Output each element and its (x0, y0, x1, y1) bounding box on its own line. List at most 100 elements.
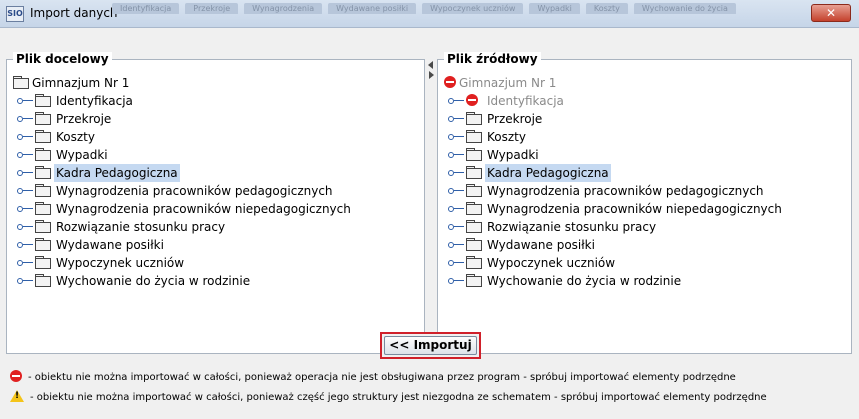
tree-node[interactable]: Wydawane posiłki (444, 236, 847, 254)
folder-icon (466, 112, 482, 125)
tree-node-label: Wynagrodzenia pracowników niepedagogiczn… (487, 202, 782, 216)
background-tab: Wypadki (529, 3, 580, 14)
tree-node-label: Koszty (56, 130, 95, 144)
tree-node-label: Wychowanie do życia w rodzinie (487, 274, 682, 288)
expand-toggle-icon[interactable] (17, 92, 33, 110)
background-tab: Wynagrodzenia (244, 3, 323, 14)
tree-node-label: Wypoczynek uczniów (487, 256, 616, 270)
tree-node-label: Wychowanie do życia w rodzinie (56, 274, 251, 288)
background-tab: Wychowanie do życia (633, 3, 736, 14)
tree-node-label: Wydawane posiłki (56, 238, 164, 252)
folder-icon (466, 220, 482, 233)
folder-icon (35, 202, 51, 215)
tree-node[interactable]: Identyfikacja (444, 92, 847, 110)
expand-toggle-icon[interactable] (17, 164, 33, 182)
expand-toggle-icon[interactable] (17, 254, 33, 272)
target-panel-legend: Plik docelowy (13, 52, 112, 66)
tree-root-label: Gimnazjum Nr 1 (32, 76, 130, 90)
tree-node[interactable]: Wychowanie do życia w rodzinie (444, 272, 847, 290)
stop-icon (466, 94, 478, 106)
folder-icon (466, 166, 482, 179)
expand-toggle-icon[interactable] (448, 164, 464, 182)
expand-toggle-icon[interactable] (17, 110, 33, 128)
folder-icon (35, 166, 51, 179)
tree-node-label: Wypoczynek uczniów (56, 256, 185, 270)
tree-node[interactable]: Wypoczynek uczniów (444, 254, 847, 272)
expand-toggle-icon[interactable] (448, 182, 464, 200)
import-button-highlight: << Importuj (380, 332, 481, 359)
dialog-body: Plik docelowy Gimnazjum Nr 1 Identyfikacj… (0, 28, 859, 419)
collapse-left-arrow-icon[interactable] (428, 61, 433, 69)
error-legend-text: - obiektu nie można importować w całości… (28, 372, 736, 383)
tree-root-node[interactable]: Gimnazjum Nr 1 (13, 74, 420, 92)
background-tab: Wypoczynek uczniów (422, 3, 524, 14)
tree-node[interactable]: Wynagrodzenia pracowników niepedagogiczn… (444, 200, 847, 218)
expand-toggle-icon[interactable] (448, 128, 464, 146)
expand-toggle-icon[interactable] (448, 236, 464, 254)
background-tab: Identyfikacja (112, 3, 180, 14)
tree-node-label: Wypadki (487, 148, 539, 162)
expand-toggle-icon[interactable] (17, 128, 33, 146)
expand-toggle-icon[interactable] (448, 272, 464, 290)
background-tab: Wydawane posiłki (328, 3, 417, 14)
warning-icon (10, 389, 24, 402)
tree-node[interactable]: Identyfikacja (13, 92, 420, 110)
tree-node[interactable]: Rozwiązanie stosunku pracy (13, 218, 420, 236)
tree-node[interactable]: Wydawane posiłki (13, 236, 420, 254)
close-button[interactable]: ✕ (811, 4, 851, 22)
folder-icon (35, 112, 51, 125)
tree-node[interactable]: Koszty (444, 128, 847, 146)
warning-legend-row: - obiektu nie można importować w całości… (10, 389, 767, 406)
tree-node-label: Przekroje (56, 112, 112, 126)
warning-legend-text: - obiektu nie można importować w całości… (30, 392, 767, 403)
tree-node-label: Identyfikacja (56, 94, 133, 108)
tree-node-label: Przekroje (487, 112, 543, 126)
expand-toggle-icon[interactable] (448, 200, 464, 218)
expand-toggle-icon[interactable] (17, 218, 33, 236)
expand-toggle-icon[interactable] (17, 182, 33, 200)
tree-node-label: Rozwiązanie stosunku pracy (56, 220, 226, 234)
expand-toggle-icon[interactable] (448, 254, 464, 272)
expand-toggle-icon[interactable] (17, 236, 33, 254)
expand-toggle-icon[interactable] (17, 200, 33, 218)
tree-node[interactable]: Koszty (13, 128, 420, 146)
stop-icon (444, 76, 456, 88)
folder-icon (466, 256, 482, 269)
folder-icon (13, 76, 29, 89)
folder-icon (466, 202, 482, 215)
folder-icon (35, 274, 51, 287)
expand-toggle-icon[interactable] (17, 272, 33, 290)
tree-node[interactable]: Wynagrodzenia pracowników pedagogicznych (444, 182, 847, 200)
app-icon: SIO (6, 6, 24, 22)
tree-node[interactable]: Wychowanie do życia w rodzinie (13, 272, 420, 290)
tree-node[interactable]: Wynagrodzenia pracowników pedagogicznych (13, 182, 420, 200)
tree-node-label: Wynagrodzenia pracowników pedagogicznych (487, 184, 764, 198)
target-tree: Gimnazjum Nr 1 Identyfikacja Przekroje Kosz… (13, 74, 420, 290)
panel-splitter[interactable] (426, 59, 436, 354)
tree-node-label: Wynagrodzenia pracowników niepedagogiczn… (56, 202, 351, 216)
tree-root-node[interactable]: Gimnazjum Nr 1 (444, 74, 847, 92)
collapse-right-arrow-icon[interactable] (429, 71, 434, 79)
error-legend-row: - obiektu nie można importować w całości… (10, 369, 736, 386)
tree-node[interactable]: Rozwiązanie stosunku pracy (444, 218, 847, 236)
tree-node[interactable]: Wypadki (444, 146, 847, 164)
tree-node-label: Kadra Pedagogiczna (54, 164, 180, 182)
tree-node[interactable]: Przekroje (13, 110, 420, 128)
tree-node[interactable]: Wynagrodzenia pracowników niepedagogiczn… (13, 200, 420, 218)
tree-node[interactable]: Kadra Pedagogiczna (444, 164, 847, 182)
folder-icon (35, 94, 51, 107)
tree-node-label: Wypadki (56, 148, 108, 162)
tree-node[interactable]: Przekroje (444, 110, 847, 128)
expand-toggle-icon[interactable] (448, 218, 464, 236)
expand-toggle-icon[interactable] (448, 92, 464, 110)
tree-node-label: Wynagrodzenia pracowników pedagogicznych (56, 184, 333, 198)
import-button[interactable]: << Importuj (384, 336, 477, 355)
tree-node[interactable]: Kadra Pedagogiczna (13, 164, 420, 182)
tree-node[interactable]: Wypadki (13, 146, 420, 164)
target-file-panel: Plik docelowy Gimnazjum Nr 1 Identyfikacj… (6, 52, 425, 354)
tree-node[interactable]: Wypoczynek uczniów (13, 254, 420, 272)
expand-toggle-icon[interactable] (448, 110, 464, 128)
expand-toggle-icon[interactable] (17, 146, 33, 164)
expand-toggle-icon[interactable] (448, 146, 464, 164)
folder-icon (35, 238, 51, 251)
